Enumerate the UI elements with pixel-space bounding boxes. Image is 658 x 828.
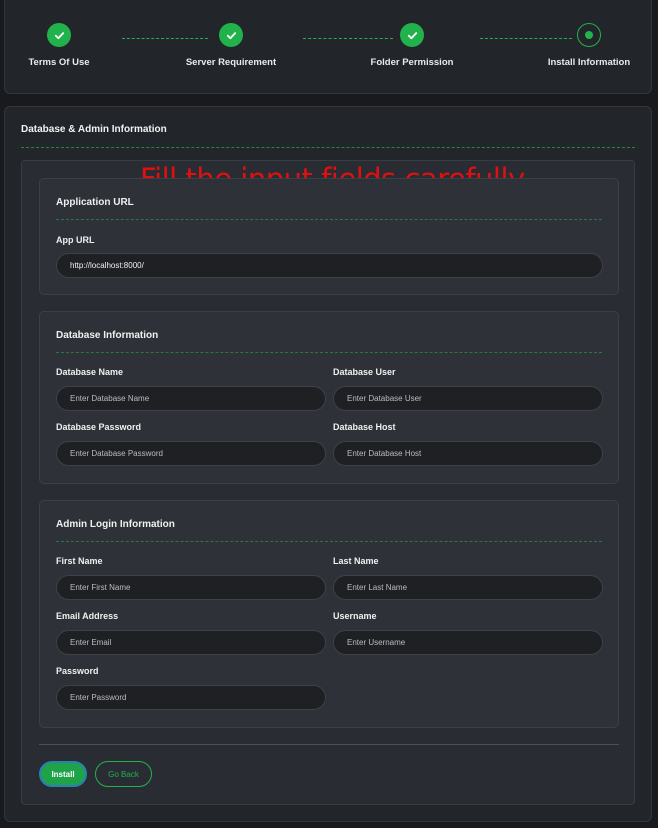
email-label: Email Address	[56, 611, 119, 621]
install-form: Fill the input fields carefully Applicat…	[21, 160, 635, 805]
section-title: Admin Login Information	[56, 519, 175, 530]
last-name-label: Last Name	[333, 556, 379, 566]
database-password-label: Database Password	[56, 422, 142, 432]
password-input[interactable]	[56, 685, 326, 710]
database-name-input[interactable]	[56, 386, 326, 411]
database-user-input[interactable]	[333, 386, 603, 411]
installer-page: Terms Of Use Server Requirement Folder P…	[0, 0, 658, 828]
go-back-button[interactable]: Go Back	[95, 761, 152, 787]
step-label: Install Information	[547, 57, 631, 68]
divider	[56, 541, 602, 542]
database-name-label: Database Name	[56, 367, 124, 377]
section-title: Application URL	[56, 197, 134, 208]
card-title: Database & Admin Information	[21, 124, 167, 135]
divider	[56, 352, 602, 353]
step-connector	[480, 38, 572, 39]
username-label: Username	[333, 611, 377, 621]
step-connector	[303, 38, 393, 39]
application-url-section: Application URL App URL	[39, 178, 619, 295]
check-icon	[400, 23, 424, 47]
username-input[interactable]	[333, 630, 603, 655]
step-label: Terms Of Use	[28, 57, 90, 68]
divider	[56, 219, 602, 220]
install-info-card: Database & Admin Information Fill the in…	[4, 106, 652, 822]
database-user-label: Database User	[333, 367, 396, 377]
database-host-label: Database Host	[333, 422, 396, 432]
step-connector	[122, 38, 208, 39]
check-icon	[47, 23, 71, 47]
app-url-input[interactable]	[56, 253, 603, 278]
database-password-input[interactable]	[56, 441, 326, 466]
check-icon	[219, 23, 243, 47]
install-stepper: Terms Of Use Server Requirement Folder P…	[4, 0, 652, 94]
last-name-input[interactable]	[333, 575, 603, 600]
current-step-icon	[577, 23, 601, 47]
install-button[interactable]: Install	[39, 761, 87, 787]
section-title: Database Information	[56, 330, 159, 341]
divider	[39, 744, 619, 745]
admin-login-section: Admin Login Information First Name Last …	[39, 500, 619, 728]
step-label: Server Requirement	[185, 57, 277, 68]
app-url-label: App URL	[56, 235, 95, 245]
divider	[21, 147, 635, 148]
database-info-section: Database Information Database Name Datab…	[39, 311, 619, 484]
password-label: Password	[56, 666, 99, 676]
first-name-label: First Name	[56, 556, 103, 566]
database-host-input[interactable]	[333, 441, 603, 466]
first-name-input[interactable]	[56, 575, 326, 600]
email-input[interactable]	[56, 630, 326, 655]
step-label: Folder Permission	[370, 57, 454, 68]
